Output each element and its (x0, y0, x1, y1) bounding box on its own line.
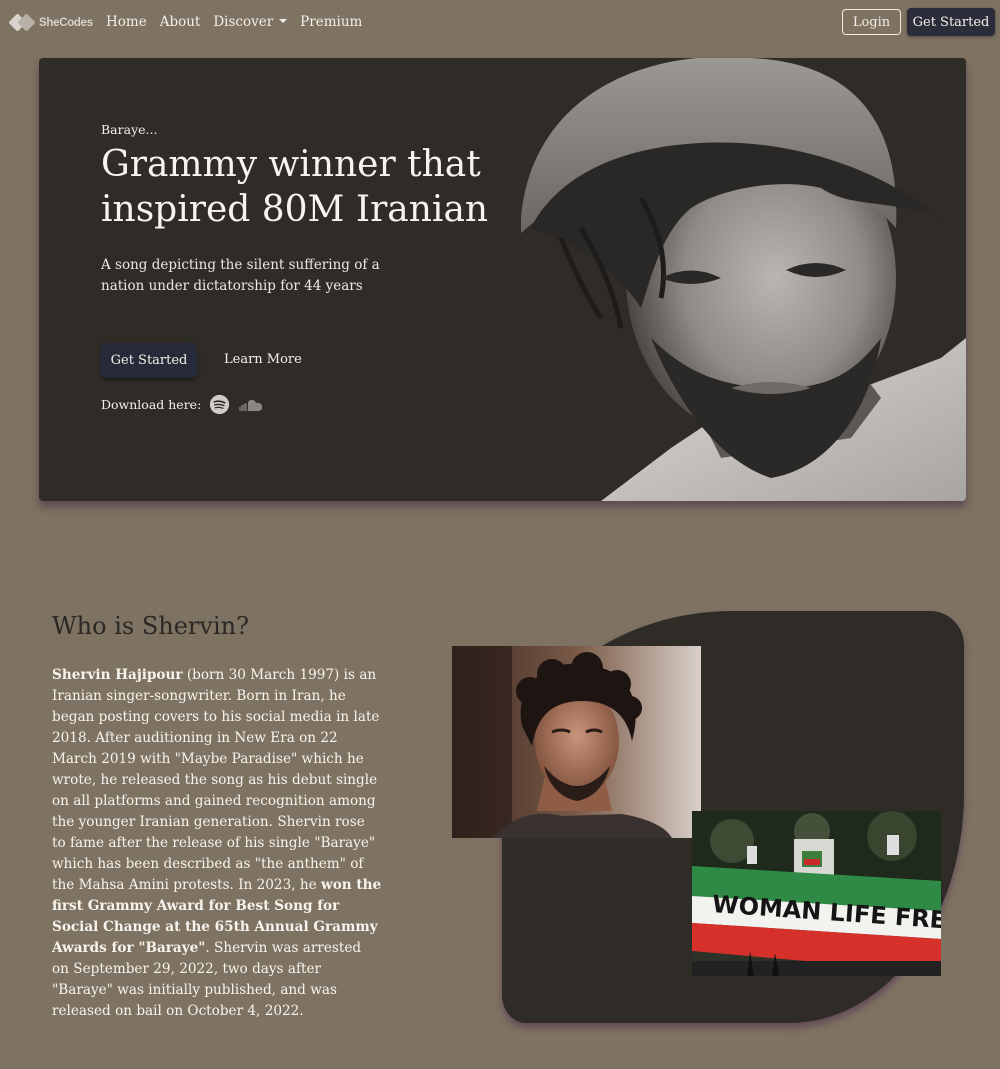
shecodes-logo-icon (8, 12, 36, 34)
download-row: Download here: (101, 394, 264, 415)
learn-more-link[interactable]: Learn More (224, 352, 302, 367)
login-button[interactable]: Login (842, 9, 901, 35)
nav-link-home[interactable]: Home (106, 14, 147, 30)
shervin-portrait-image (452, 646, 701, 838)
brand-logo[interactable]: SheCodes (8, 12, 93, 34)
soundcloud-icon[interactable] (238, 398, 264, 412)
nav-link-premium[interactable]: Premium (300, 14, 362, 30)
protest-banner-image: WOMAN LIFE FREEDOM (692, 811, 941, 976)
download-label: Download here: (101, 397, 202, 412)
nav-links: Home About Discover Premium (106, 14, 362, 30)
section-title: Who is Shervin? (52, 612, 249, 640)
bio-name: Shervin Hajipour (52, 667, 183, 683)
hero-subtitle: A song depicting the silent suffering of… (101, 257, 380, 294)
brand-name: SheCodes (39, 17, 93, 29)
bio-text-part1: (born 30 March 1997) is an Iranian singe… (52, 667, 380, 893)
nav-get-started-button[interactable]: Get Started (907, 8, 995, 36)
hero-kicker: Baraye... (101, 122, 158, 137)
nav-link-about[interactable]: About (160, 14, 201, 30)
hero-get-started-button[interactable]: Get Started (101, 343, 197, 378)
hero-card: Baraye... Grammy winner that inspired 80… (39, 58, 966, 501)
hero-title: Grammy winner that inspired 80M Iranian (101, 144, 489, 230)
bio-text: Shervin Hajipour (born 30 March 1997) is… (52, 665, 382, 1022)
hero-portrait-image (521, 58, 966, 501)
nav-dropdown-discover[interactable]: Discover (213, 14, 287, 30)
spotify-icon[interactable] (209, 394, 230, 415)
navbar: SheCodes Home About Discover Premium Log… (0, 0, 1000, 44)
